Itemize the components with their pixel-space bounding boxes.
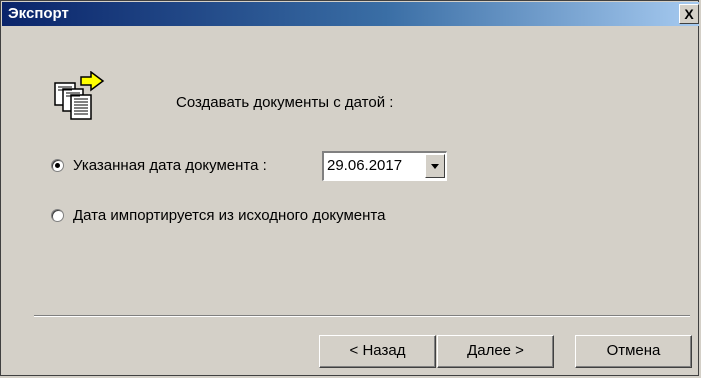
specified-date-label[interactable]: Указанная дата документа : bbox=[73, 157, 267, 174]
imported-date-label[interactable]: Дата импортируется из исходного документ… bbox=[73, 207, 385, 224]
cancel-button[interactable]: Отмена bbox=[575, 335, 692, 368]
title-bar[interactable]: Экспорт X bbox=[2, 2, 699, 26]
imported-date-option[interactable]: Дата импортируется из исходного документ… bbox=[51, 207, 385, 224]
date-value[interactable]: 29.06.2017 bbox=[327, 157, 402, 174]
documents-export-icon bbox=[54, 71, 105, 120]
date-combobox[interactable]: 29.06.2017 bbox=[322, 151, 447, 181]
next-button[interactable]: Далее > bbox=[437, 335, 554, 368]
export-dialog: Экспорт X Создавать документы с датой : … bbox=[0, 0, 699, 376]
specified-date-radio[interactable] bbox=[51, 159, 64, 172]
back-button[interactable]: < Назад bbox=[319, 335, 436, 368]
specified-date-option[interactable]: Указанная дата документа : bbox=[51, 157, 267, 174]
close-button[interactable]: X bbox=[679, 4, 699, 24]
separator bbox=[34, 315, 690, 317]
window-title: Экспорт bbox=[8, 5, 69, 22]
chevron-down-icon[interactable] bbox=[425, 154, 445, 178]
heading-label: Создавать документы с датой : bbox=[176, 94, 394, 111]
imported-date-radio[interactable] bbox=[51, 209, 64, 222]
